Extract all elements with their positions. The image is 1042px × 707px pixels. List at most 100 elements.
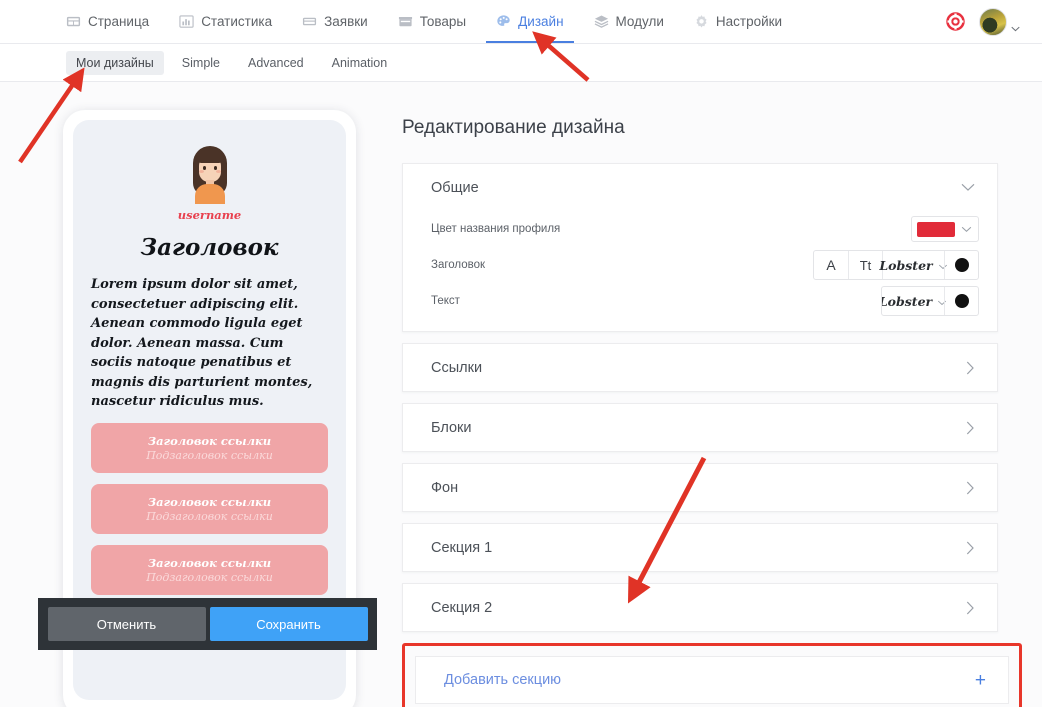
store-icon	[398, 14, 413, 29]
page-title: Редактирование дизайна	[402, 117, 625, 138]
preview-link-card[interactable]: Заголовок ссылки Подзаголовок ссылки	[91, 483, 328, 534]
add-section-highlight: Добавить секцию +	[402, 643, 1022, 707]
color-dot	[954, 294, 969, 308]
add-section-button[interactable]: Добавить секцию +	[415, 656, 1009, 704]
profile-avatar-illustration	[186, 142, 234, 204]
link-card-title: Заголовок ссылки	[147, 555, 272, 570]
editor-column: Редактирование дизайна Общие Цвет назван…	[390, 82, 1042, 707]
chevron-down-icon	[1011, 19, 1020, 31]
inbox-icon	[302, 14, 317, 29]
chevron-right-icon	[966, 601, 975, 615]
link-card-subtitle: Подзаголовок ссылки	[146, 448, 273, 462]
option-control: A Tt Lobster	[813, 250, 979, 280]
heading-font-select[interactable]: Lobster	[879, 251, 947, 279]
profile-username: username	[177, 208, 242, 222]
accordion-links-header[interactable]: Ссылки	[403, 344, 997, 391]
accordion-section-2-header[interactable]: Секция 2	[403, 584, 997, 631]
accordion-title: Общие	[431, 179, 479, 196]
lifebuoy-icon[interactable]	[946, 12, 965, 31]
subtab-advanced[interactable]: Advanced	[238, 51, 314, 75]
accordion-blocks: Блоки	[402, 403, 998, 452]
layers-icon	[594, 14, 609, 29]
preview-heading: Заголовок	[140, 234, 279, 261]
palette-icon	[496, 14, 511, 29]
chevron-right-icon	[966, 541, 975, 555]
nav-item-design[interactable]: Дизайн	[486, 0, 574, 43]
link-card-title: Заголовок ссылки	[147, 494, 272, 509]
design-subtabs: Мои дизайны Simple Advanced Animation	[0, 44, 1042, 82]
chevron-right-icon	[966, 421, 975, 435]
top-nav-items: Страница Статистика Заявки Товары Дизайн…	[66, 0, 782, 43]
accordion-section-1-header[interactable]: Секция 1	[403, 524, 997, 571]
heading-color-button[interactable]	[944, 251, 978, 279]
accordion-background-header[interactable]: Фон	[403, 464, 997, 511]
editor-cards: Общие Цвет названия профиля Заголовок A …	[402, 163, 1022, 707]
chevron-right-icon	[966, 481, 975, 495]
nav-item-settings[interactable]: Настройки	[694, 0, 782, 43]
option-label: Заголовок	[431, 259, 486, 271]
option-control	[911, 216, 979, 242]
accordion-general: Общие Цвет названия профиля Заголовок A …	[402, 163, 998, 332]
top-navigation-bar: Страница Статистика Заявки Товары Дизайн…	[0, 0, 1042, 44]
nav-item-statistics[interactable]: Статистика	[179, 0, 272, 43]
nav-item-page[interactable]: Страница	[66, 0, 149, 43]
chart-bar-icon	[179, 14, 194, 29]
preview-action-bar: Отменить Сохранить	[38, 598, 377, 650]
nav-item-label: Настройки	[715, 14, 783, 29]
nav-item-label: Дизайн	[518, 14, 564, 29]
page-icon	[66, 14, 81, 29]
chevron-down-icon	[961, 220, 972, 238]
option-profile-name-color: Цвет названия профиля	[431, 211, 979, 247]
preview-column: username Заголовок Lorem ipsum dolor sit…	[0, 82, 390, 707]
user-menu[interactable]	[979, 7, 1020, 36]
link-card-title: Заголовок ссылки	[147, 433, 272, 448]
text-color-button[interactable]	[944, 287, 978, 315]
text-font-select[interactable]: Lobster	[881, 287, 947, 315]
accordion-title: Секция 1	[431, 539, 493, 556]
accordion-section-1: Секция 1	[402, 523, 998, 572]
heading-typography-controls: A Tt Lobster	[813, 250, 979, 280]
link-card-subtitle: Подзаголовок ссылки	[146, 509, 273, 523]
nav-item-requests[interactable]: Заявки	[302, 0, 368, 43]
cancel-button[interactable]: Отменить	[47, 607, 206, 641]
nav-item-label: Заявки	[324, 14, 368, 29]
preview-link-card[interactable]: Заголовок ссылки Подзаголовок ссылки	[91, 422, 328, 473]
nav-item-label: Модули	[615, 14, 664, 29]
accordion-title: Блоки	[431, 419, 472, 436]
accordion-title: Секция 2	[431, 599, 493, 616]
accordion-section-2: Секция 2	[402, 583, 998, 632]
font-name-label: Lobster	[881, 293, 933, 309]
preview-body-text: Lorem ipsum dolor sit amet, consectetuer…	[91, 277, 313, 409]
subtab-animation[interactable]: Animation	[322, 51, 398, 75]
accordion-general-header[interactable]: Общие	[403, 164, 997, 211]
active-tab-underline	[486, 41, 574, 43]
subtab-simple[interactable]: Simple	[172, 51, 230, 75]
subtab-my-designs[interactable]: Мои дизайны	[66, 50, 164, 75]
accordion-title: Ссылки	[431, 359, 483, 376]
nav-item-label: Статистика	[201, 14, 273, 29]
accordion-background: Фон	[402, 463, 998, 512]
nav-item-label: Товары	[419, 14, 467, 29]
save-button[interactable]: Сохранить	[209, 607, 368, 641]
top-nav-right	[946, 7, 1020, 36]
color-swatch	[917, 221, 955, 237]
chevron-down-icon	[961, 183, 975, 192]
accordion-general-body: Цвет названия профиля Заголовок A Tt Lob…	[403, 211, 997, 331]
app-root: Страница Статистика Заявки Товары Дизайн…	[0, 0, 1042, 707]
nav-item-products[interactable]: Товары	[398, 0, 466, 43]
font-size-button[interactable]: A	[814, 251, 848, 279]
option-label: Цвет названия профиля	[431, 223, 561, 235]
nav-item-modules[interactable]: Модули	[594, 0, 664, 43]
preview-link-card[interactable]: Заголовок ссылки Подзаголовок ссылки	[91, 544, 328, 595]
font-name-label: Lobster	[879, 257, 933, 273]
option-text-typography: Текст Lobster	[431, 283, 979, 319]
accordion-blocks-header[interactable]: Блоки	[403, 404, 997, 451]
nav-item-label: Страница	[88, 14, 150, 29]
add-section-label: Добавить секцию	[444, 672, 562, 688]
option-label: Текст	[431, 295, 460, 307]
accordion-links: Ссылки	[402, 343, 998, 392]
chevron-right-icon	[966, 361, 975, 375]
text-case-button[interactable]: Tt	[848, 251, 882, 279]
color-dot	[954, 258, 969, 272]
profile-color-picker[interactable]	[911, 216, 979, 242]
